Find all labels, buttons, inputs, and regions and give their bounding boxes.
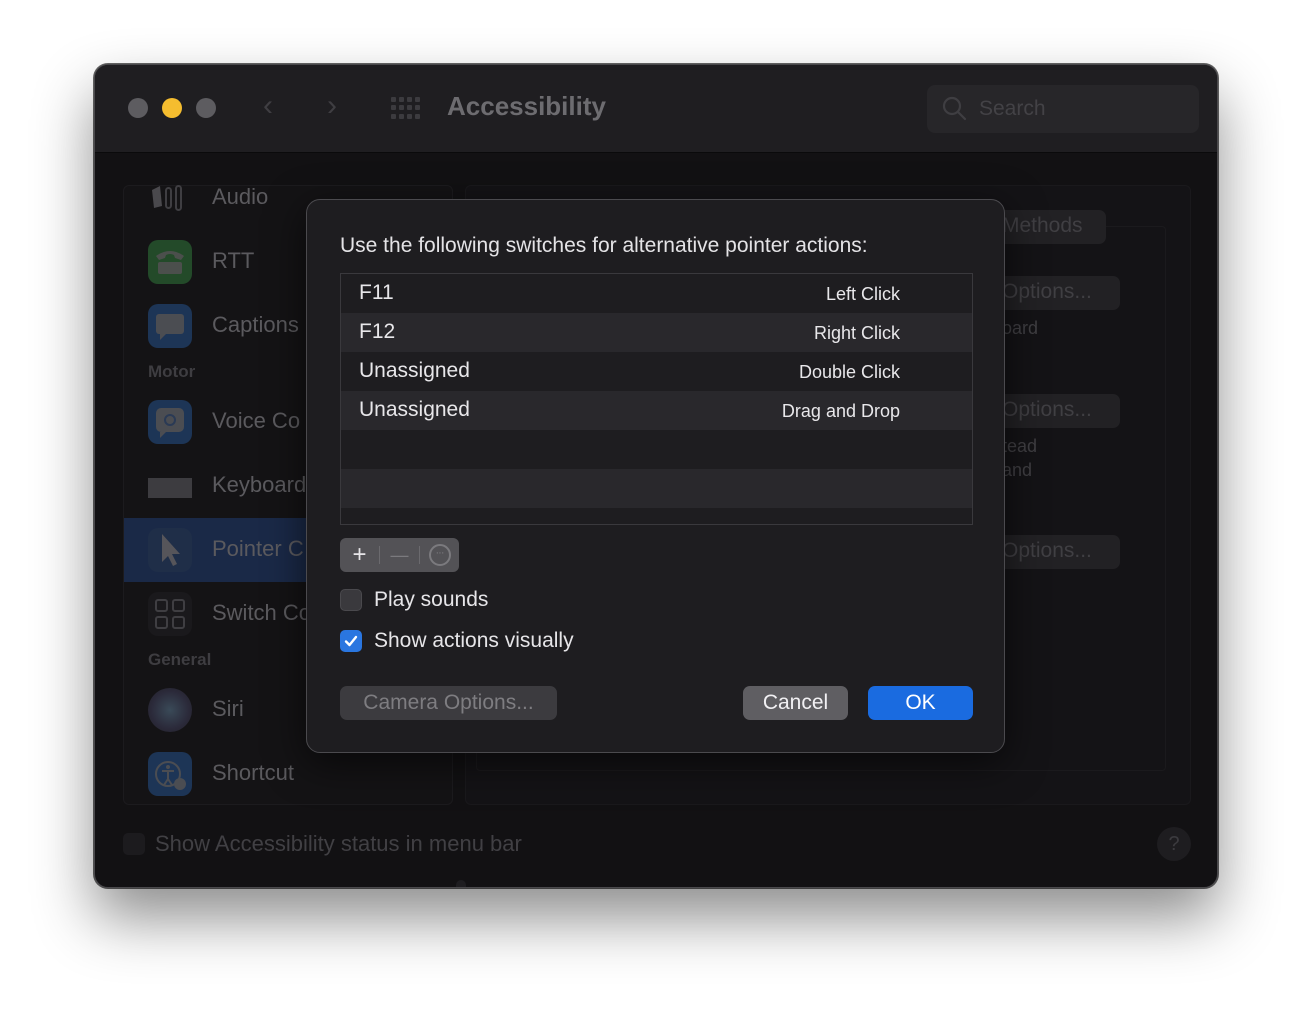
plus-icon: + [352,541,367,568]
switch-actions-table: F11 Left Click F12 Right Click Unassigne… [340,273,973,525]
action-name: Double Click [798,362,900,382]
table-row[interactable]: F12 Right Click [341,313,972,352]
sidebar-item-label: Audio [212,184,269,209]
show-actions-option[interactable]: Show actions visually [340,629,574,653]
show-all-grid-icon[interactable] [391,97,421,119]
show-status-checkbox[interactable] [123,833,145,855]
play-sounds-label: Play sounds [374,588,489,611]
question-mark-icon: ? [1168,833,1180,855]
close-window-button[interactable] [128,98,148,118]
help-button[interactable]: ? [1157,827,1191,861]
switch-name: Unassigned [359,359,470,382]
description-text-fragment: oard [1002,318,1039,338]
table-row[interactable]: Unassigned Double Click [341,352,972,391]
sidebar-item-label: Keyboard [212,472,307,497]
sidebar-item-label: Pointer C [212,536,304,561]
chevron-left-icon: ‹ [263,89,273,122]
back-button[interactable]: ‹ [263,91,273,121]
chevron-right-icon: › [327,89,337,122]
play-sounds-option[interactable]: Play sounds [340,588,488,612]
sidebar-item-label: Voice Co [212,408,301,433]
options-button-1[interactable]: Options... [986,276,1120,310]
show-actions-label: Show actions visually [374,629,574,652]
switch-name: F11 [359,281,394,304]
switch-name: Unassigned [359,398,470,421]
sidebar-item-label: RTT [212,248,255,273]
action-name: Drag and Drop [781,401,900,421]
shortcut-icon [148,752,192,796]
title-bar: ‹ › Accessibility Search [95,65,1217,153]
search-icon [942,96,967,121]
minimize-window-button[interactable] [162,98,182,118]
sidebar-item-label: Siri [212,696,244,721]
empty-table-row [341,430,972,469]
options-button-3[interactable]: Options... [986,535,1120,569]
siri-icon [148,688,192,732]
switch-control-icon [148,592,192,636]
more-options-button[interactable]: ··· [420,538,459,572]
rtt-phone-icon [148,240,192,284]
action-name: Right Click [813,323,900,343]
pointer-icon [148,528,192,572]
sidebar-item-label: Switch Co [212,600,312,625]
forward-button[interactable]: › [327,91,337,121]
add-remove-segmented-control: + — ··· [340,538,459,572]
options-button-2[interactable]: Options... [986,394,1120,428]
alternative-pointer-actions-dialog: Use the following switches for alternati… [306,199,1005,753]
section-header-general: General [148,650,212,669]
zoom-window-button[interactable] [196,98,216,118]
table-row[interactable]: F11 Left Click [341,274,972,313]
play-sounds-checkbox[interactable] [340,589,362,611]
audio-icon [152,185,182,211]
checkmark-icon [344,635,358,647]
description-text-fragment: and [1002,460,1033,480]
show-status-label: Show Accessibility status in menu bar [155,831,522,856]
add-switch-button[interactable]: + [340,538,379,572]
dialog-heading: Use the following switches for alternati… [340,234,868,257]
sidebar-scrollbar[interactable] [456,880,466,887]
remove-switch-button[interactable]: — [380,538,419,572]
search-field[interactable]: Search [927,85,1199,133]
action-name: Left Click [825,284,900,304]
camera-options-button[interactable]: Camera Options... [340,686,557,720]
cancel-button[interactable]: Cancel [743,686,848,720]
sidebar-item-label: Captions [212,312,299,337]
ellipsis-circle-icon: ··· [428,544,451,566]
ok-button[interactable]: OK [868,686,973,720]
captions-icon [148,304,192,348]
section-header-motor: Motor [148,362,196,381]
table-row[interactable]: Unassigned Drag and Drop [341,391,972,430]
search-placeholder: Search [979,97,1046,120]
keyboard-icon [148,464,192,508]
show-actions-checkbox[interactable] [340,630,362,652]
empty-table-row [341,469,972,508]
description-text-fragment: tead [1002,436,1038,456]
switch-name: F12 [359,320,396,343]
voice-control-icon [148,400,192,444]
minus-icon: — [390,544,409,565]
window-title: Accessibility [447,91,606,121]
sidebar-item-label: Shortcut [212,760,294,785]
